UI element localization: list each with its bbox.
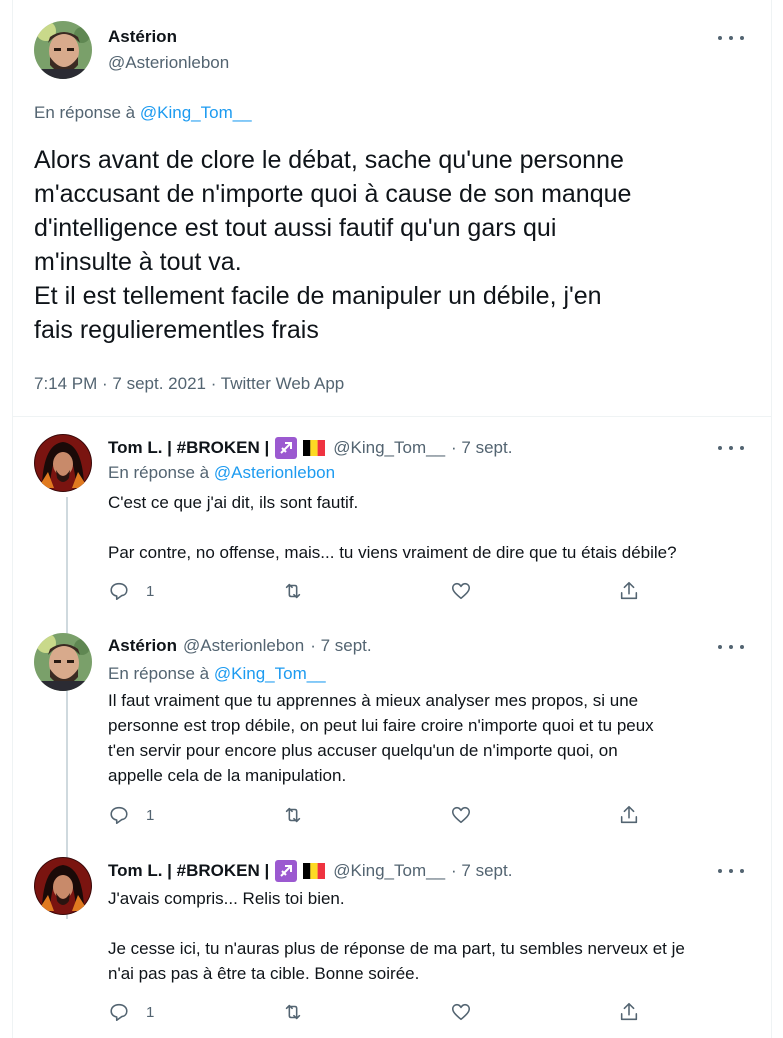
share-button[interactable] — [618, 580, 640, 602]
belgium-flag-emoji — [303, 863, 326, 879]
like-button[interactable] — [450, 1001, 472, 1023]
heart-icon — [451, 1003, 471, 1021]
reply-header: Tom L. | #BROKEN | @King_Tom__ · 7 sept. — [108, 437, 512, 459]
author-handle[interactable]: @Asterionlebon — [183, 636, 304, 656]
reply-context: En réponse à @King_Tom__ — [34, 103, 252, 123]
divider — [13, 416, 771, 417]
tweet-line: Par contre, no offense, mais... tu viens… — [108, 543, 677, 562]
retweet-button[interactable] — [282, 580, 304, 602]
tweet-line: personne est trop débile, on peut lui fa… — [108, 716, 654, 735]
tweet-line: t'en servir pour encore plus accuser que… — [108, 741, 618, 760]
reply-to-label: En réponse à — [108, 463, 210, 482]
reply-button[interactable]: 1 — [108, 580, 154, 602]
reply-context: En réponse à @Asterionlebon — [108, 463, 335, 483]
heart-icon — [451, 806, 471, 824]
tweet-date[interactable]: · 7 sept. — [451, 438, 512, 458]
author-name[interactable]: Tom L. | #BROKEN | — [108, 861, 269, 881]
reply-count: 1 — [146, 582, 155, 600]
avatar-tom[interactable] — [34, 434, 92, 492]
reply-header: Astérion @Asterionlebon · 7 sept. — [108, 636, 372, 656]
more-options-icon[interactable] — [718, 637, 744, 657]
reply-context: En réponse à @King_Tom__ — [108, 664, 326, 684]
reply-button[interactable]: 1 — [108, 804, 154, 826]
retweet-icon — [285, 1004, 301, 1020]
author-name[interactable]: Astérion — [108, 636, 177, 656]
tweet-date[interactable]: · 7 sept. — [310, 636, 371, 656]
tweet-timestamp[interactable]: 7:14 PM · 7 sept. 2021 · Twitter Web App — [34, 374, 344, 394]
tweet-line: Je cesse ici, tu n'auras plus de réponse… — [108, 939, 685, 958]
reply-icon — [110, 582, 128, 601]
tweet-body: C'est ce que j'ai dit, ils sont fautif. … — [108, 490, 758, 565]
author-name[interactable]: Tom L. | #BROKEN | — [108, 438, 269, 458]
retweet-button[interactable] — [282, 804, 304, 826]
author-name[interactable]: Astérion — [108, 27, 177, 47]
tweet-actions: 1 — [108, 1001, 648, 1027]
share-icon — [620, 805, 638, 824]
reply-header: Tom L. | #BROKEN | @King_Tom__ · 7 sept. — [108, 860, 512, 882]
avatar-tom[interactable] — [34, 857, 92, 915]
tweet-line: n'ai pas pas à être ta cible. Bonne soir… — [108, 964, 420, 983]
retweet-button[interactable] — [282, 1001, 304, 1023]
share-button[interactable] — [618, 804, 640, 826]
author-handle[interactable]: @King_Tom__ — [333, 861, 445, 881]
avatar-asterion[interactable] — [34, 21, 92, 79]
tweet-line: Alors avant de clore le débat, sache qu'… — [34, 146, 624, 174]
reply-to-label: En réponse à — [34, 103, 136, 122]
sagittarius-emoji — [275, 437, 298, 459]
tweet-body: J'avais compris... Relis toi bien. Je ce… — [108, 886, 758, 986]
share-icon — [620, 1002, 638, 1021]
share-icon — [620, 581, 638, 600]
tweet-line: C'est ce que j'ai dit, ils sont fautif. — [108, 493, 359, 512]
reply-icon — [110, 1003, 128, 1022]
more-options-icon[interactable] — [718, 861, 744, 881]
more-options-icon[interactable] — [718, 28, 744, 48]
avatar-asterion[interactable] — [34, 633, 92, 691]
tweet-date[interactable]: · 7 sept. — [451, 861, 512, 881]
tweet-line: m'insulte à tout va. — [34, 248, 242, 276]
reply-button[interactable]: 1 — [108, 1001, 154, 1023]
retweet-icon — [285, 583, 301, 599]
tweet-body: Il faut vraiment que tu apprennes à mieu… — [108, 688, 758, 788]
belgium-flag-emoji — [303, 440, 326, 456]
tweet-line: Il faut vraiment que tu apprennes à mieu… — [108, 691, 639, 710]
reply-count: 1 — [146, 1003, 155, 1021]
retweet-icon — [285, 807, 301, 823]
tweet-line — [108, 911, 758, 936]
like-button[interactable] — [450, 580, 472, 602]
tweet-actions: 1 — [108, 804, 648, 830]
tweet-thread: Astérion @Asterionlebon En réponse à @Ki… — [12, 0, 772, 1038]
tweet-line: appelle cela de la manipulation. — [108, 766, 347, 785]
reply-count: 1 — [146, 806, 155, 824]
tweet-line: Et il est tellement facile de manipuler … — [34, 282, 602, 310]
tweet-actions: 1 — [108, 580, 648, 606]
reply-to-mention[interactable]: @Asterionlebon — [214, 463, 335, 482]
reply-to-label: En réponse à — [108, 664, 210, 683]
reply-icon — [110, 806, 128, 825]
like-button[interactable] — [450, 804, 472, 826]
sagittarius-emoji — [275, 860, 298, 882]
reply-to-mention[interactable]: @King_Tom__ — [140, 103, 252, 122]
heart-icon — [451, 582, 471, 600]
author-handle[interactable]: @Asterionlebon — [108, 53, 229, 73]
tweet-line: m'accusant de n'importe quoi à cause de … — [34, 180, 632, 208]
more-options-icon[interactable] — [718, 438, 744, 458]
tweet-line: fais regulierementles frais — [34, 316, 319, 344]
tweet-body: Alors avant de clore le débat, sache qu'… — [34, 143, 754, 347]
author-handle[interactable]: @King_Tom__ — [333, 438, 445, 458]
tweet-line: J'avais compris... Relis toi bien. — [108, 889, 345, 908]
share-button[interactable] — [618, 1001, 640, 1023]
tweet-line: d'intelligence est tout aussi fautif qu'… — [34, 214, 557, 242]
tweet-line — [108, 515, 758, 540]
reply-to-mention[interactable]: @King_Tom__ — [214, 664, 326, 683]
